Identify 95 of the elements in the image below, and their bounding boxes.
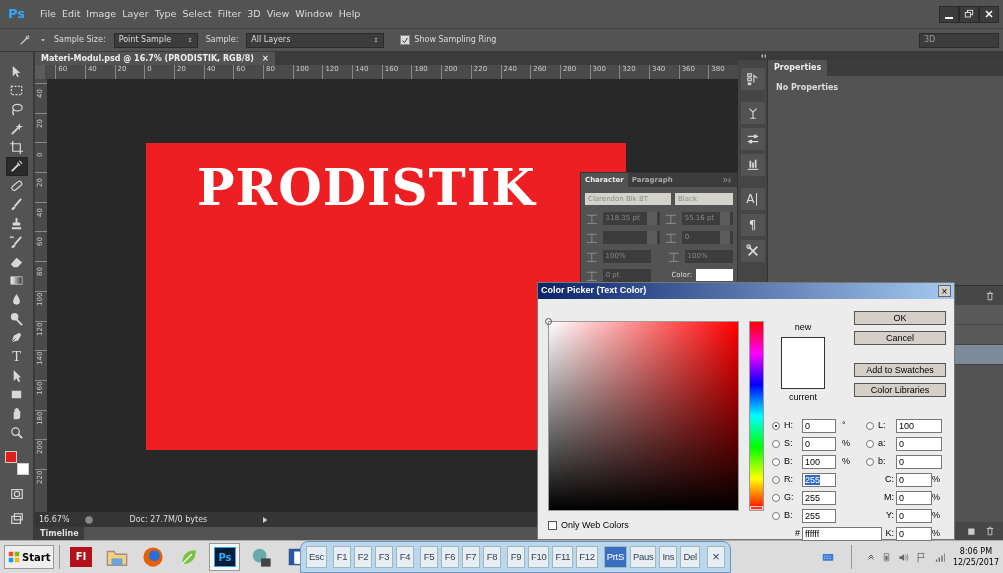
clock-date: 12/25/2017 xyxy=(952,557,999,568)
menu-item[interactable]: Type xyxy=(151,6,180,22)
field-label: K: xyxy=(884,527,895,541)
field-label: G: xyxy=(784,491,795,505)
panel-button[interactable]: ¶ xyxy=(740,214,765,236)
panel-button[interactable]: A| xyxy=(740,188,765,210)
document-info: Doc: 27.7M/0 bytes xyxy=(129,513,208,526)
sample-size-label: Sample Size: xyxy=(54,34,106,46)
dialog-button[interactable]: Cancel xyxy=(854,331,946,345)
dialog-button[interactable]: Add to Swatches xyxy=(854,363,946,377)
number-field[interactable]: 100 xyxy=(896,419,942,433)
number-field[interactable]: 255 xyxy=(802,491,836,505)
number-field[interactable]: 0 xyxy=(896,509,932,523)
number-field[interactable]: 0 xyxy=(802,419,836,433)
field-label: a: xyxy=(878,437,887,451)
keyboard-key[interactable]: F12 xyxy=(576,546,598,568)
menu-item[interactable]: Help xyxy=(335,6,364,22)
menu-item[interactable]: 3D xyxy=(244,6,264,22)
dialog-title: Color Picker (Text Color) xyxy=(541,284,647,298)
dialog-button[interactable]: OK xyxy=(854,311,946,325)
document-tab[interactable]: Materi-Modul.psd @ 16.7% (PRODISTIK, RGB/8) × xyxy=(35,52,275,65)
unit-label: % xyxy=(932,509,941,523)
unit-label: % xyxy=(932,527,941,541)
keyboard-key[interactable]: F1 xyxy=(332,546,351,568)
unit-label: % xyxy=(932,473,941,487)
field-label: C: xyxy=(884,473,895,487)
keyboard-key[interactable]: F10 xyxy=(527,546,550,568)
field-label: H: xyxy=(784,419,794,433)
number-field[interactable]: 0 xyxy=(896,473,932,487)
keyboard-key[interactable]: F2 xyxy=(353,546,372,568)
dialog-button[interactable]: Color Libraries xyxy=(854,383,946,397)
new-label: new xyxy=(793,321,813,334)
taskbar-app[interactable]: Ps xyxy=(209,543,241,571)
canvas-text: PRODISTIK xyxy=(197,158,536,217)
keyboard-key[interactable]: Paus xyxy=(629,546,657,568)
keyboard-close-button[interactable]: × xyxy=(706,546,725,568)
keyboard-key[interactable]: F5 xyxy=(419,546,438,568)
hex-label: # xyxy=(794,527,801,541)
clock-time: 8:06 PM xyxy=(958,546,994,557)
field-label: B: xyxy=(784,509,794,523)
type-tool[interactable]: T xyxy=(5,347,28,366)
number-field[interactable]: 0 xyxy=(896,491,932,505)
keyboard-key[interactable]: F7 xyxy=(461,546,480,568)
checkbox-label: Show Sampling Ring xyxy=(414,34,497,46)
workspace-select[interactable]: 3D xyxy=(919,32,999,48)
number-field[interactable]: 0 xyxy=(896,437,942,451)
menu-item[interactable]: Window xyxy=(292,6,336,22)
number-field[interactable]: 0 xyxy=(896,527,932,541)
timeline-tab[interactable]: Timeline xyxy=(35,527,84,540)
field-label: R: xyxy=(784,473,794,487)
keyboard-key[interactable]: Del xyxy=(680,546,700,568)
keyboard-key[interactable]: Esc xyxy=(306,546,327,568)
keyboard-key[interactable]: F3 xyxy=(374,546,393,568)
current-label: current xyxy=(788,390,818,404)
keyboard-key[interactable]: F6 xyxy=(440,546,459,568)
field-label: M: xyxy=(883,491,895,505)
properties-tab[interactable]: Properties xyxy=(768,60,828,76)
number-field[interactable]: 0 xyxy=(802,437,836,451)
sample-size-select[interactable]: Point Sample xyxy=(113,32,198,48)
field-label: L: xyxy=(878,419,887,433)
keyboard-key[interactable]: F8 xyxy=(482,546,501,568)
app-logo: Ps xyxy=(8,5,26,24)
field-label: b: xyxy=(878,455,887,469)
keyboard-key[interactable]: F4 xyxy=(395,546,414,568)
tab-close-button[interactable]: × xyxy=(261,52,269,65)
sample-label: Sample: xyxy=(205,34,239,46)
close-button[interactable]: × xyxy=(938,285,951,297)
start-button[interactable]: Start xyxy=(4,545,55,569)
field-label: Y: xyxy=(885,509,895,523)
checkbox-label: Only Web Colors xyxy=(561,519,629,532)
menu-item[interactable]: Filter xyxy=(214,6,245,22)
field-label: S: xyxy=(784,437,794,451)
sample-select[interactable]: All Layers xyxy=(246,32,385,48)
number-field[interactable]: 0 xyxy=(896,455,942,469)
number-field[interactable]: 100 xyxy=(802,455,836,469)
menu-item[interactable]: View xyxy=(263,6,293,22)
field-label: B: xyxy=(784,455,794,469)
unit-label: % xyxy=(932,491,941,505)
number-field[interactable]: 255 xyxy=(802,509,836,523)
menu-item[interactable]: Image xyxy=(83,6,120,22)
keyboard-key[interactable]: F9 xyxy=(506,546,525,568)
menu-item[interactable]: Select xyxy=(179,6,215,22)
hex-field[interactable]: ffffff xyxy=(802,527,882,541)
unit-label: % xyxy=(841,437,851,451)
unit-label: % xyxy=(841,455,851,469)
keyboard-key[interactable]: PrtS xyxy=(603,546,627,568)
keyboard-key[interactable]: F11 xyxy=(552,546,574,568)
properties-message: No Properties xyxy=(775,82,840,94)
keyboard-key[interactable]: Ins xyxy=(659,546,678,568)
zoom-level: 16.67% xyxy=(39,513,70,526)
number-field[interactable]: 255 xyxy=(802,473,836,487)
menu-item[interactable]: Layer xyxy=(119,6,152,22)
menu-item[interactable]: Edit xyxy=(58,6,84,22)
menu-item[interactable]: File xyxy=(37,6,59,22)
unit-label: ° xyxy=(841,419,847,433)
